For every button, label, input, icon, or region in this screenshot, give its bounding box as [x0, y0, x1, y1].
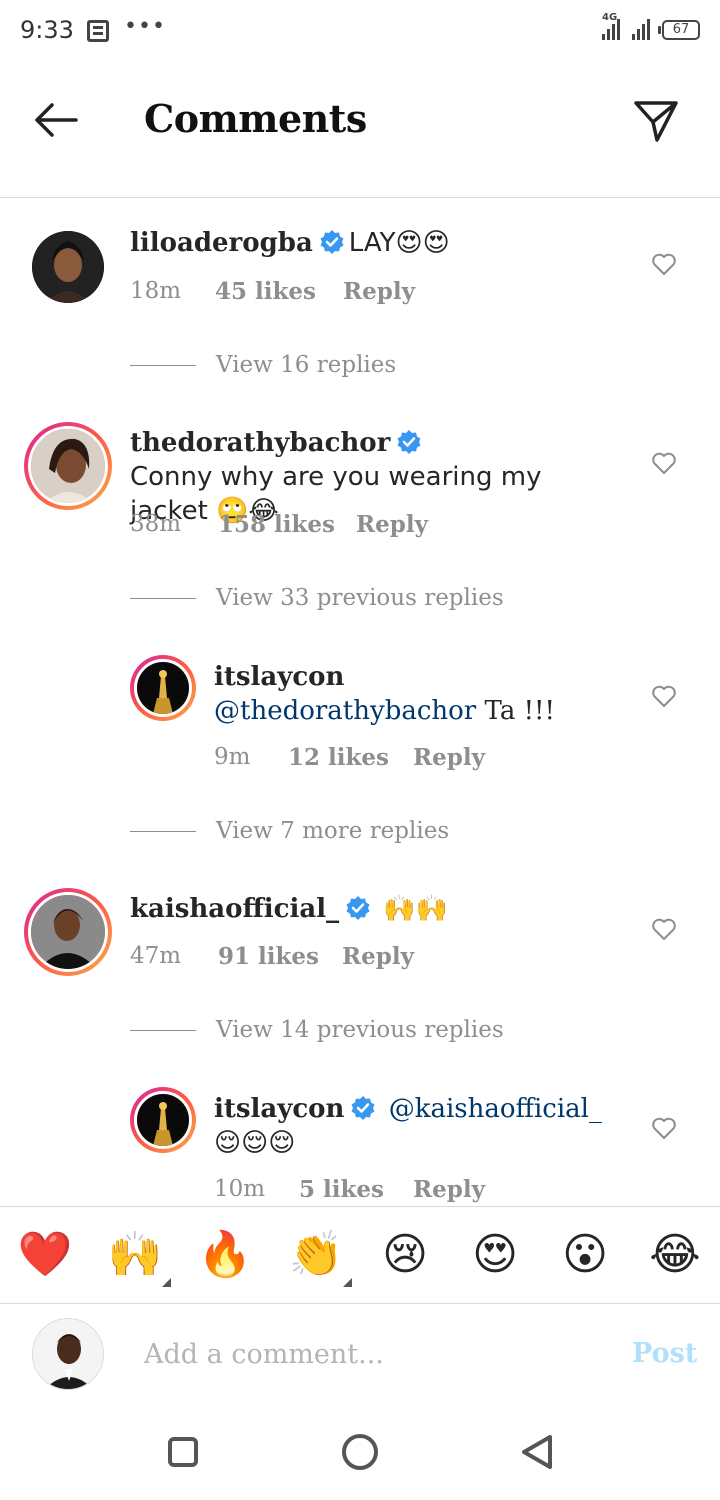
- like-heart-icon[interactable]: [651, 252, 677, 276]
- comment-composer: Post: [0, 1304, 720, 1404]
- emoji-fire-button[interactable]: 🔥: [197, 1229, 253, 1281]
- more-notifications-icon: •••: [124, 14, 166, 39]
- emoji-heart-eyes-button[interactable]: 😍: [467, 1229, 523, 1281]
- avatar[interactable]: [32, 231, 104, 303]
- comment-text: LAY😍😍: [348, 228, 450, 258]
- post-button[interactable]: Post: [632, 1338, 697, 1369]
- view-replies-label: View 33 previous replies: [216, 585, 504, 611]
- divider: [130, 597, 196, 599]
- avatar-photo: [137, 662, 189, 714]
- comment-username[interactable]: kaishaofficial_: [130, 894, 339, 924]
- avatar-photo: [137, 1094, 189, 1146]
- likes-count[interactable]: 12 likes: [288, 744, 413, 771]
- view-replies-label: View 14 previous replies: [216, 1017, 504, 1043]
- view-replies-link[interactable]: View 33 previous replies: [130, 585, 504, 611]
- avatar[interactable]: [130, 1087, 196, 1153]
- view-replies-link[interactable]: View 7 more replies: [130, 818, 449, 844]
- comment-time: 47m: [130, 943, 182, 969]
- skin-tone-indicator: [343, 1278, 352, 1287]
- reply-button[interactable]: Reply: [343, 278, 415, 305]
- verified-badge-icon: [346, 896, 370, 920]
- comment-username[interactable]: liloaderogba: [130, 228, 313, 258]
- system-navigation-bar: [0, 1404, 720, 1500]
- verified-badge-icon: [397, 430, 421, 454]
- emoji-surprised-button[interactable]: 😮: [557, 1229, 613, 1281]
- comments-header: Comments: [0, 64, 720, 198]
- comment-time: 10m: [214, 1176, 266, 1202]
- likes-count[interactable]: 45 likes: [215, 278, 343, 305]
- comment-time: 9m: [214, 744, 251, 770]
- home-icon[interactable]: [342, 1434, 378, 1470]
- view-replies-link[interactable]: View 14 previous replies: [130, 1017, 504, 1043]
- comment-text: 😌😌😌: [214, 1128, 296, 1158]
- view-replies-label: View 16 replies: [216, 352, 397, 378]
- skin-tone-indicator: [162, 1278, 171, 1287]
- comment-time: 18m: [130, 278, 182, 304]
- comment-input[interactable]: [144, 1334, 584, 1374]
- comment-username[interactable]: itslaycon: [214, 662, 344, 692]
- like-heart-icon[interactable]: [651, 451, 677, 475]
- recent-apps-icon[interactable]: [168, 1437, 198, 1467]
- reply-button[interactable]: Reply: [413, 744, 485, 771]
- signal-icon: [632, 16, 650, 40]
- mention-link[interactable]: @thedorathybachor: [214, 696, 476, 726]
- emoji-crying-button[interactable]: 😢: [377, 1229, 433, 1281]
- comment-username[interactable]: itslaycon: [214, 1094, 344, 1124]
- back-arrow-icon[interactable]: [32, 100, 80, 140]
- view-replies-link[interactable]: View 16 replies: [130, 352, 396, 378]
- nav-back-icon[interactable]: [520, 1434, 554, 1470]
- battery-icon: 67: [658, 20, 700, 40]
- avatar[interactable]: [130, 655, 196, 721]
- comment-time: 38m: [130, 511, 182, 537]
- avatar[interactable]: [24, 422, 112, 510]
- page-title: Comments: [144, 96, 367, 141]
- comment-body: itslaycon @kaishaofficial_ 😌😌😌: [214, 1092, 624, 1160]
- quick-emoji-bar: ❤️ 🙌 🔥 👏 😢 😍 😮 😂: [0, 1206, 720, 1304]
- status-indicators: 4G 67: [602, 12, 700, 40]
- comment-text: 🙌🙌: [383, 894, 449, 924]
- emoji-clap-button[interactable]: 👏: [288, 1229, 352, 1287]
- view-replies-label: View 7 more replies: [216, 818, 450, 844]
- comment-body: kaishaofficial_ 🙌🙌: [130, 892, 610, 926]
- divider: [130, 1029, 196, 1031]
- comment-body: liloaderogba LAY😍😍: [130, 226, 610, 260]
- my-avatar: [32, 1318, 104, 1390]
- comment-body: itslaycon @thedorathybachor Ta !!!: [214, 660, 624, 728]
- likes-count[interactable]: 5 likes: [299, 1176, 413, 1203]
- comment-meta: 47m 91 likes Reply: [130, 943, 414, 970]
- emoji-laughing-button[interactable]: 😂: [647, 1229, 703, 1281]
- emoji-raised-hands-button[interactable]: 🙌: [107, 1229, 171, 1287]
- avatar-photo: [31, 429, 105, 503]
- signal-4g-icon: 4G: [602, 12, 620, 40]
- avatar[interactable]: [24, 888, 112, 976]
- avatar-photo: [33, 1319, 103, 1389]
- divider: [130, 364, 196, 366]
- comment-meta: 10m 5 likes Reply: [214, 1176, 485, 1203]
- avatar-photo: [32, 231, 104, 303]
- send-direct-icon[interactable]: [632, 98, 680, 144]
- like-heart-icon[interactable]: [651, 917, 677, 941]
- verified-badge-icon: [320, 230, 344, 254]
- mention-link[interactable]: @kaishaofficial_: [389, 1094, 602, 1124]
- comment-text: Ta !!!: [484, 696, 555, 726]
- status-time: 9:33: [20, 16, 74, 44]
- likes-count[interactable]: 158 likes: [218, 511, 356, 538]
- reply-button[interactable]: Reply: [342, 943, 414, 970]
- likes-count[interactable]: 91 likes: [218, 943, 342, 970]
- emoji-heart-button[interactable]: ❤️: [17, 1229, 73, 1281]
- comment-meta: 38m 158 likes Reply: [130, 511, 428, 538]
- news-notification-icon: [87, 20, 109, 42]
- status-bar: 9:33 ••• 4G 67: [0, 0, 720, 64]
- verified-badge-icon: [351, 1096, 375, 1120]
- avatar-photo: [31, 895, 105, 969]
- comment-meta: 9m 12 likes Reply: [214, 744, 485, 771]
- comment-username[interactable]: thedorathybachor: [130, 428, 390, 458]
- like-heart-icon[interactable]: [651, 1116, 677, 1140]
- comment-meta: 18m 45 likes Reply: [130, 278, 415, 305]
- divider: [130, 830, 196, 832]
- reply-button[interactable]: Reply: [413, 1176, 485, 1203]
- reply-button[interactable]: Reply: [356, 511, 428, 538]
- like-heart-icon[interactable]: [651, 684, 677, 708]
